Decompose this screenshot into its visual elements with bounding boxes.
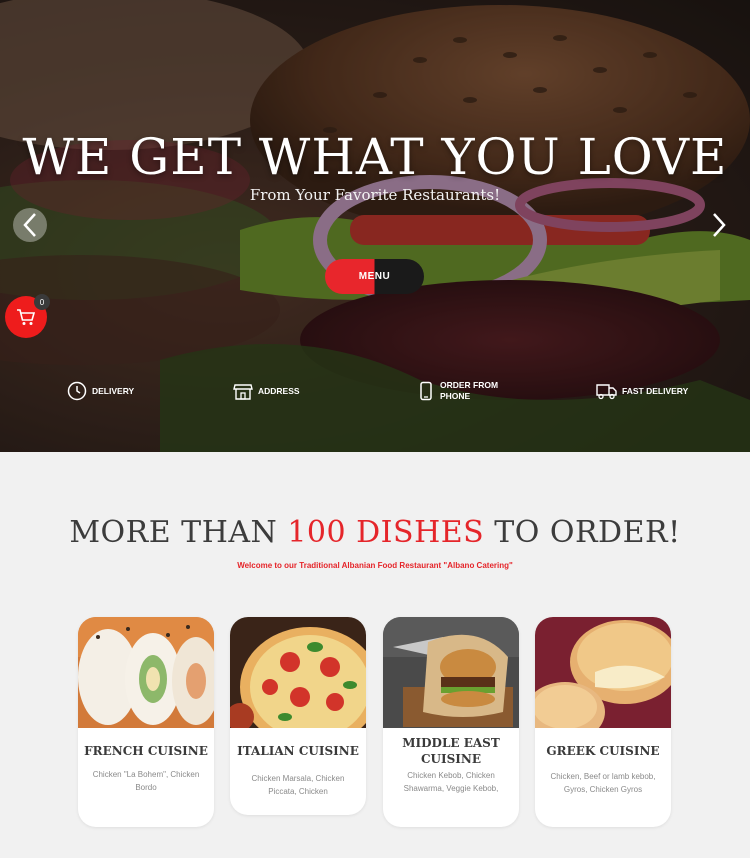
clock-icon	[66, 380, 88, 402]
card-description: Chicken, Beef or lamb kebob, Gyros, Chic…	[550, 772, 656, 794]
pizza-image	[230, 617, 366, 747]
truck-icon	[596, 380, 618, 402]
bread-rolls-image	[535, 617, 671, 742]
cart-count-badge: 0	[34, 294, 50, 310]
feature-label: ORDER FROM PHONE	[440, 380, 499, 401]
card-description: Chicken Marsala, Chicken Piccata, Chicke…	[251, 774, 345, 796]
cuisine-card-italian[interactable]: ITALIAN CUISINE Chicken Marsala, Chicken…	[230, 617, 366, 815]
chevron-right-icon	[713, 213, 726, 237]
cart-icon	[17, 309, 36, 325]
feature-delivery: DELIVERY	[66, 380, 134, 402]
card-title: ITALIAN CUISINE	[237, 744, 359, 758]
card-description: Chicken "La Bohem", Chicken Bordo	[92, 770, 200, 792]
feature-address: ADDRESS	[232, 380, 300, 402]
section-title-post: TO ORDER!	[484, 515, 681, 550]
section-title: MORE THAN 100 DISHES TO ORDER!	[0, 515, 750, 550]
card-title: GREEK CUISINE	[546, 744, 660, 758]
feature-label: ADDRESS	[258, 385, 300, 396]
cuisine-card-middle-east[interactable]: MIDDLE EAST CUISINE Chicken Kebob, Chick…	[383, 617, 519, 827]
feature-fast-delivery: FAST DELIVERY	[596, 380, 688, 402]
cuisine-card-greek[interactable]: GREEK CUISINE Chicken, Beef or lamb kebo…	[535, 617, 671, 827]
section-title-highlight: 100 DISHES	[287, 515, 485, 550]
card-title: FRENCH CUISINE	[84, 744, 208, 758]
card-title: MIDDLE EAST CUISINE	[402, 736, 500, 766]
section-subtitle: Welcome to our Traditional Albanian Food…	[237, 561, 513, 570]
slider-next-button[interactable]	[702, 208, 736, 242]
phone-icon	[416, 380, 436, 402]
storefront-icon	[232, 380, 254, 402]
feature-label: FAST DELIVERY	[622, 385, 689, 396]
slider-prev-button[interactable]	[13, 208, 47, 242]
hero-slider: WE GET WHAT YOU LOVE From Your Favorite …	[0, 0, 750, 452]
chevron-left-icon	[23, 213, 36, 237]
hero-subtitle: From Your Favorite Restaurants!	[249, 186, 501, 204]
cuisine-card-french[interactable]: FRENCH CUISINE Chicken "La Bohem", Chick…	[78, 617, 214, 827]
hero-title: WE GET WHAT YOU LOVE	[22, 128, 728, 186]
feature-order-phone: ORDER FROM PHONE	[416, 380, 506, 402]
section-title-pre: MORE THAN	[69, 515, 288, 550]
card-description: Chicken Kebob, Chicken Shawarma, Veggie …	[403, 771, 499, 793]
feature-label: DELIVERY	[92, 385, 135, 396]
sushi-roll-image	[78, 617, 214, 728]
menu-button[interactable]: MENU	[325, 259, 424, 294]
burger-board-image	[383, 617, 519, 728]
